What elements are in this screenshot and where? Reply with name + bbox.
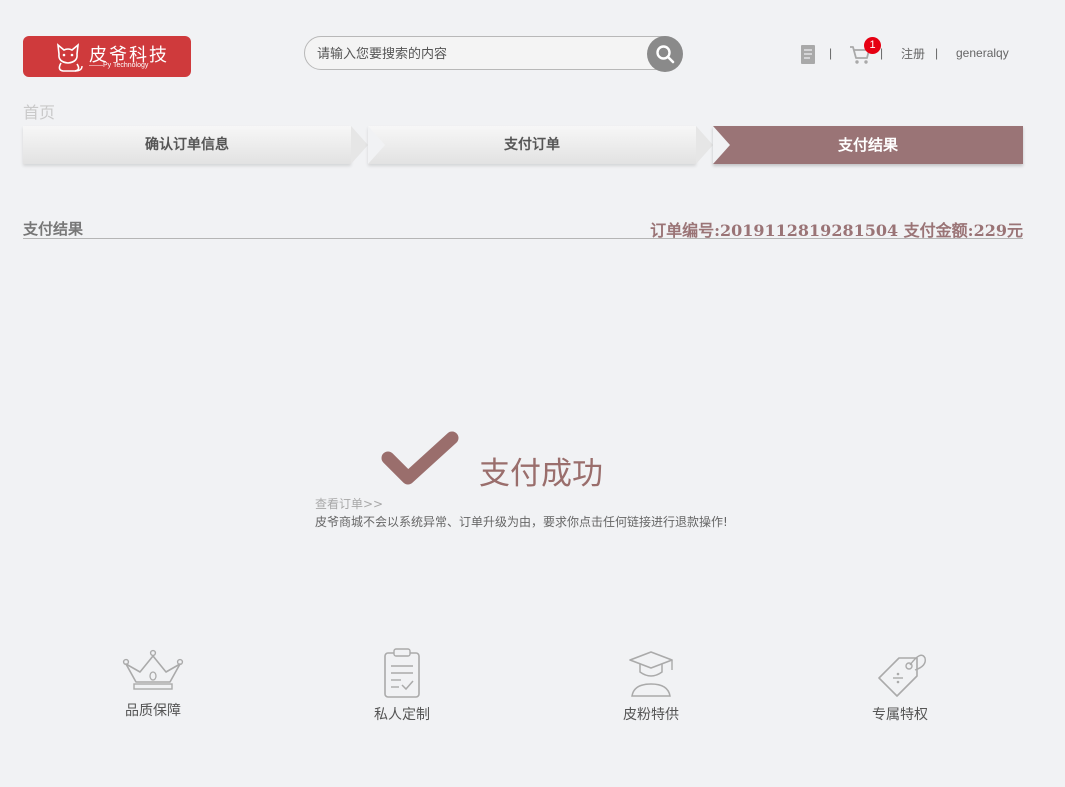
crown-icon — [122, 649, 184, 690]
checkmark-icon — [381, 431, 459, 485]
feature-privilege: 专属特权 — [840, 648, 960, 724]
step-arrow — [351, 126, 368, 164]
search-bar — [304, 36, 683, 72]
feature-label: 私人定制 — [374, 707, 430, 723]
price-tag-icon — [878, 654, 926, 697]
graduate-icon — [629, 651, 673, 697]
site-logo[interactable]: 皮爷科技 ——Py Technology — [23, 36, 191, 77]
cart-count-badge: 1 — [864, 37, 881, 54]
search-icon — [656, 45, 675, 64]
feature-label: 皮粉特供 — [623, 707, 679, 723]
security-notice: 皮爷商城不会以系统异常、订单升级为由，要求你点击任何链接进行退款操作! — [315, 515, 728, 529]
step-notch — [713, 126, 730, 164]
step-notch — [368, 126, 385, 164]
feature-custom: 私人定制 — [342, 648, 462, 724]
result-title: 支付结果 — [23, 220, 84, 238]
breadcrumb-home[interactable]: 首页 — [23, 99, 55, 123]
register-link[interactable]: 注册 — [901, 45, 925, 62]
nav-separator: | — [880, 46, 884, 60]
username-link[interactable]: generalqy — [956, 46, 1009, 60]
step-pay-order: 支付订单 — [368, 126, 696, 164]
step-label: 支付结果 — [837, 136, 898, 154]
nav-separator: | — [935, 46, 939, 60]
step-label: 确认订单信息 — [145, 137, 229, 153]
logo-subtext: ——Py Technology — [89, 62, 149, 69]
nav-separator: | — [829, 46, 833, 60]
feature-label: 专属特权 — [872, 707, 928, 723]
cat-logo-icon — [56, 43, 83, 72]
feature-fans: 皮粉特供 — [591, 648, 711, 724]
step-label: 支付订单 — [504, 137, 560, 153]
document-icon[interactable] — [801, 45, 815, 64]
view-order-link[interactable]: 查看订单>> — [315, 495, 383, 512]
step-arrow — [696, 126, 713, 164]
feature-label: 品质保障 — [125, 703, 181, 719]
divider — [23, 238, 1023, 239]
step-confirm-order: 确认订单信息 — [23, 126, 351, 164]
feature-quality: 品质保障 — [93, 648, 213, 720]
payment-success-text: 支付成功 — [479, 456, 603, 492]
step-pay-result: 支付结果 — [713, 126, 1023, 164]
clipboard-check-icon — [384, 648, 420, 698]
search-button[interactable] — [647, 36, 683, 72]
search-input[interactable] — [315, 43, 639, 65]
